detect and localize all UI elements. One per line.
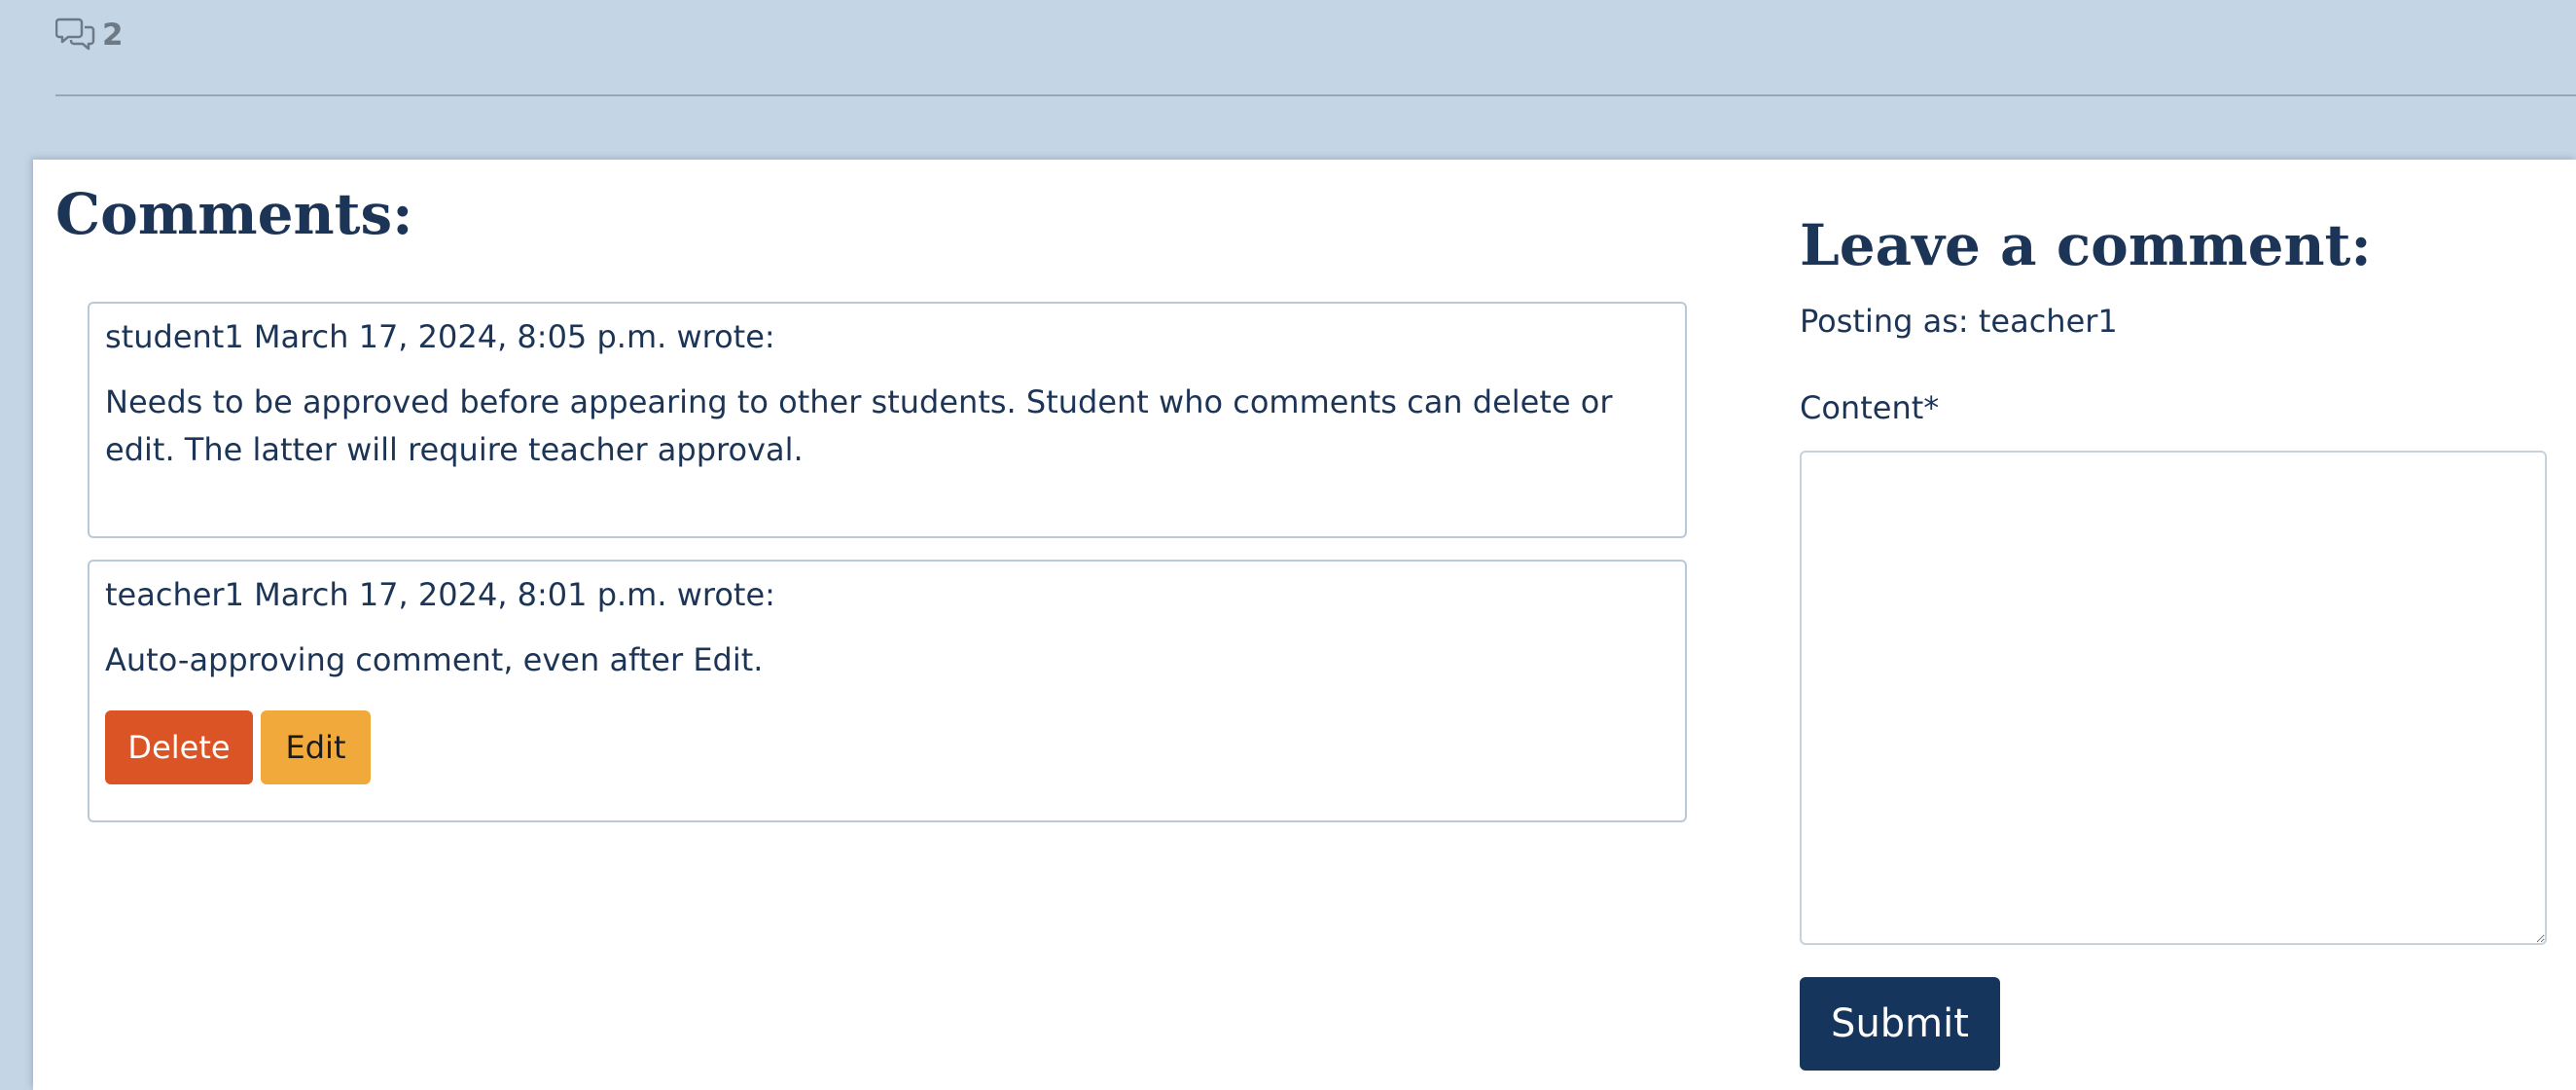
comment-meta: student1 March 17, 2024, 8:05 p.m. wrote… [105,318,775,355]
leave-comment-heading: Leave a comment: [1800,212,2372,278]
comments-icon [55,16,96,54]
delete-comment-button[interactable]: Delete [105,710,253,784]
top-bar: 2 [0,0,2576,160]
comment-count-value: 2 [102,18,124,53]
comment-count: 2 [55,16,124,54]
edit-comment-button[interactable]: Edit [261,710,371,784]
comments-card: Comments: student1 March 17, 2024, 8:05 … [33,160,2576,1090]
comments-heading: Comments: [55,181,413,247]
submit-button[interactable]: Submit [1800,977,2000,1071]
comment-content-field[interactable] [1800,451,2547,945]
content-label: Content* [1800,389,1940,426]
comment-item: student1 March 17, 2024, 8:05 p.m. wrote… [88,302,1687,538]
comment-body: Needs to be approved before appearing to… [105,383,1613,468]
comment-meta: teacher1 March 17, 2024, 8:01 p.m. wrote… [105,576,775,613]
header-divider [55,94,2576,96]
comment-item: teacher1 March 17, 2024, 8:01 p.m. wrote… [88,560,1687,822]
comment-body: Auto-approving comment, even after Edit. [105,641,764,678]
posting-as-text: Posting as: teacher1 [1800,303,2118,340]
comment-actions: Delete Edit [105,710,1669,784]
